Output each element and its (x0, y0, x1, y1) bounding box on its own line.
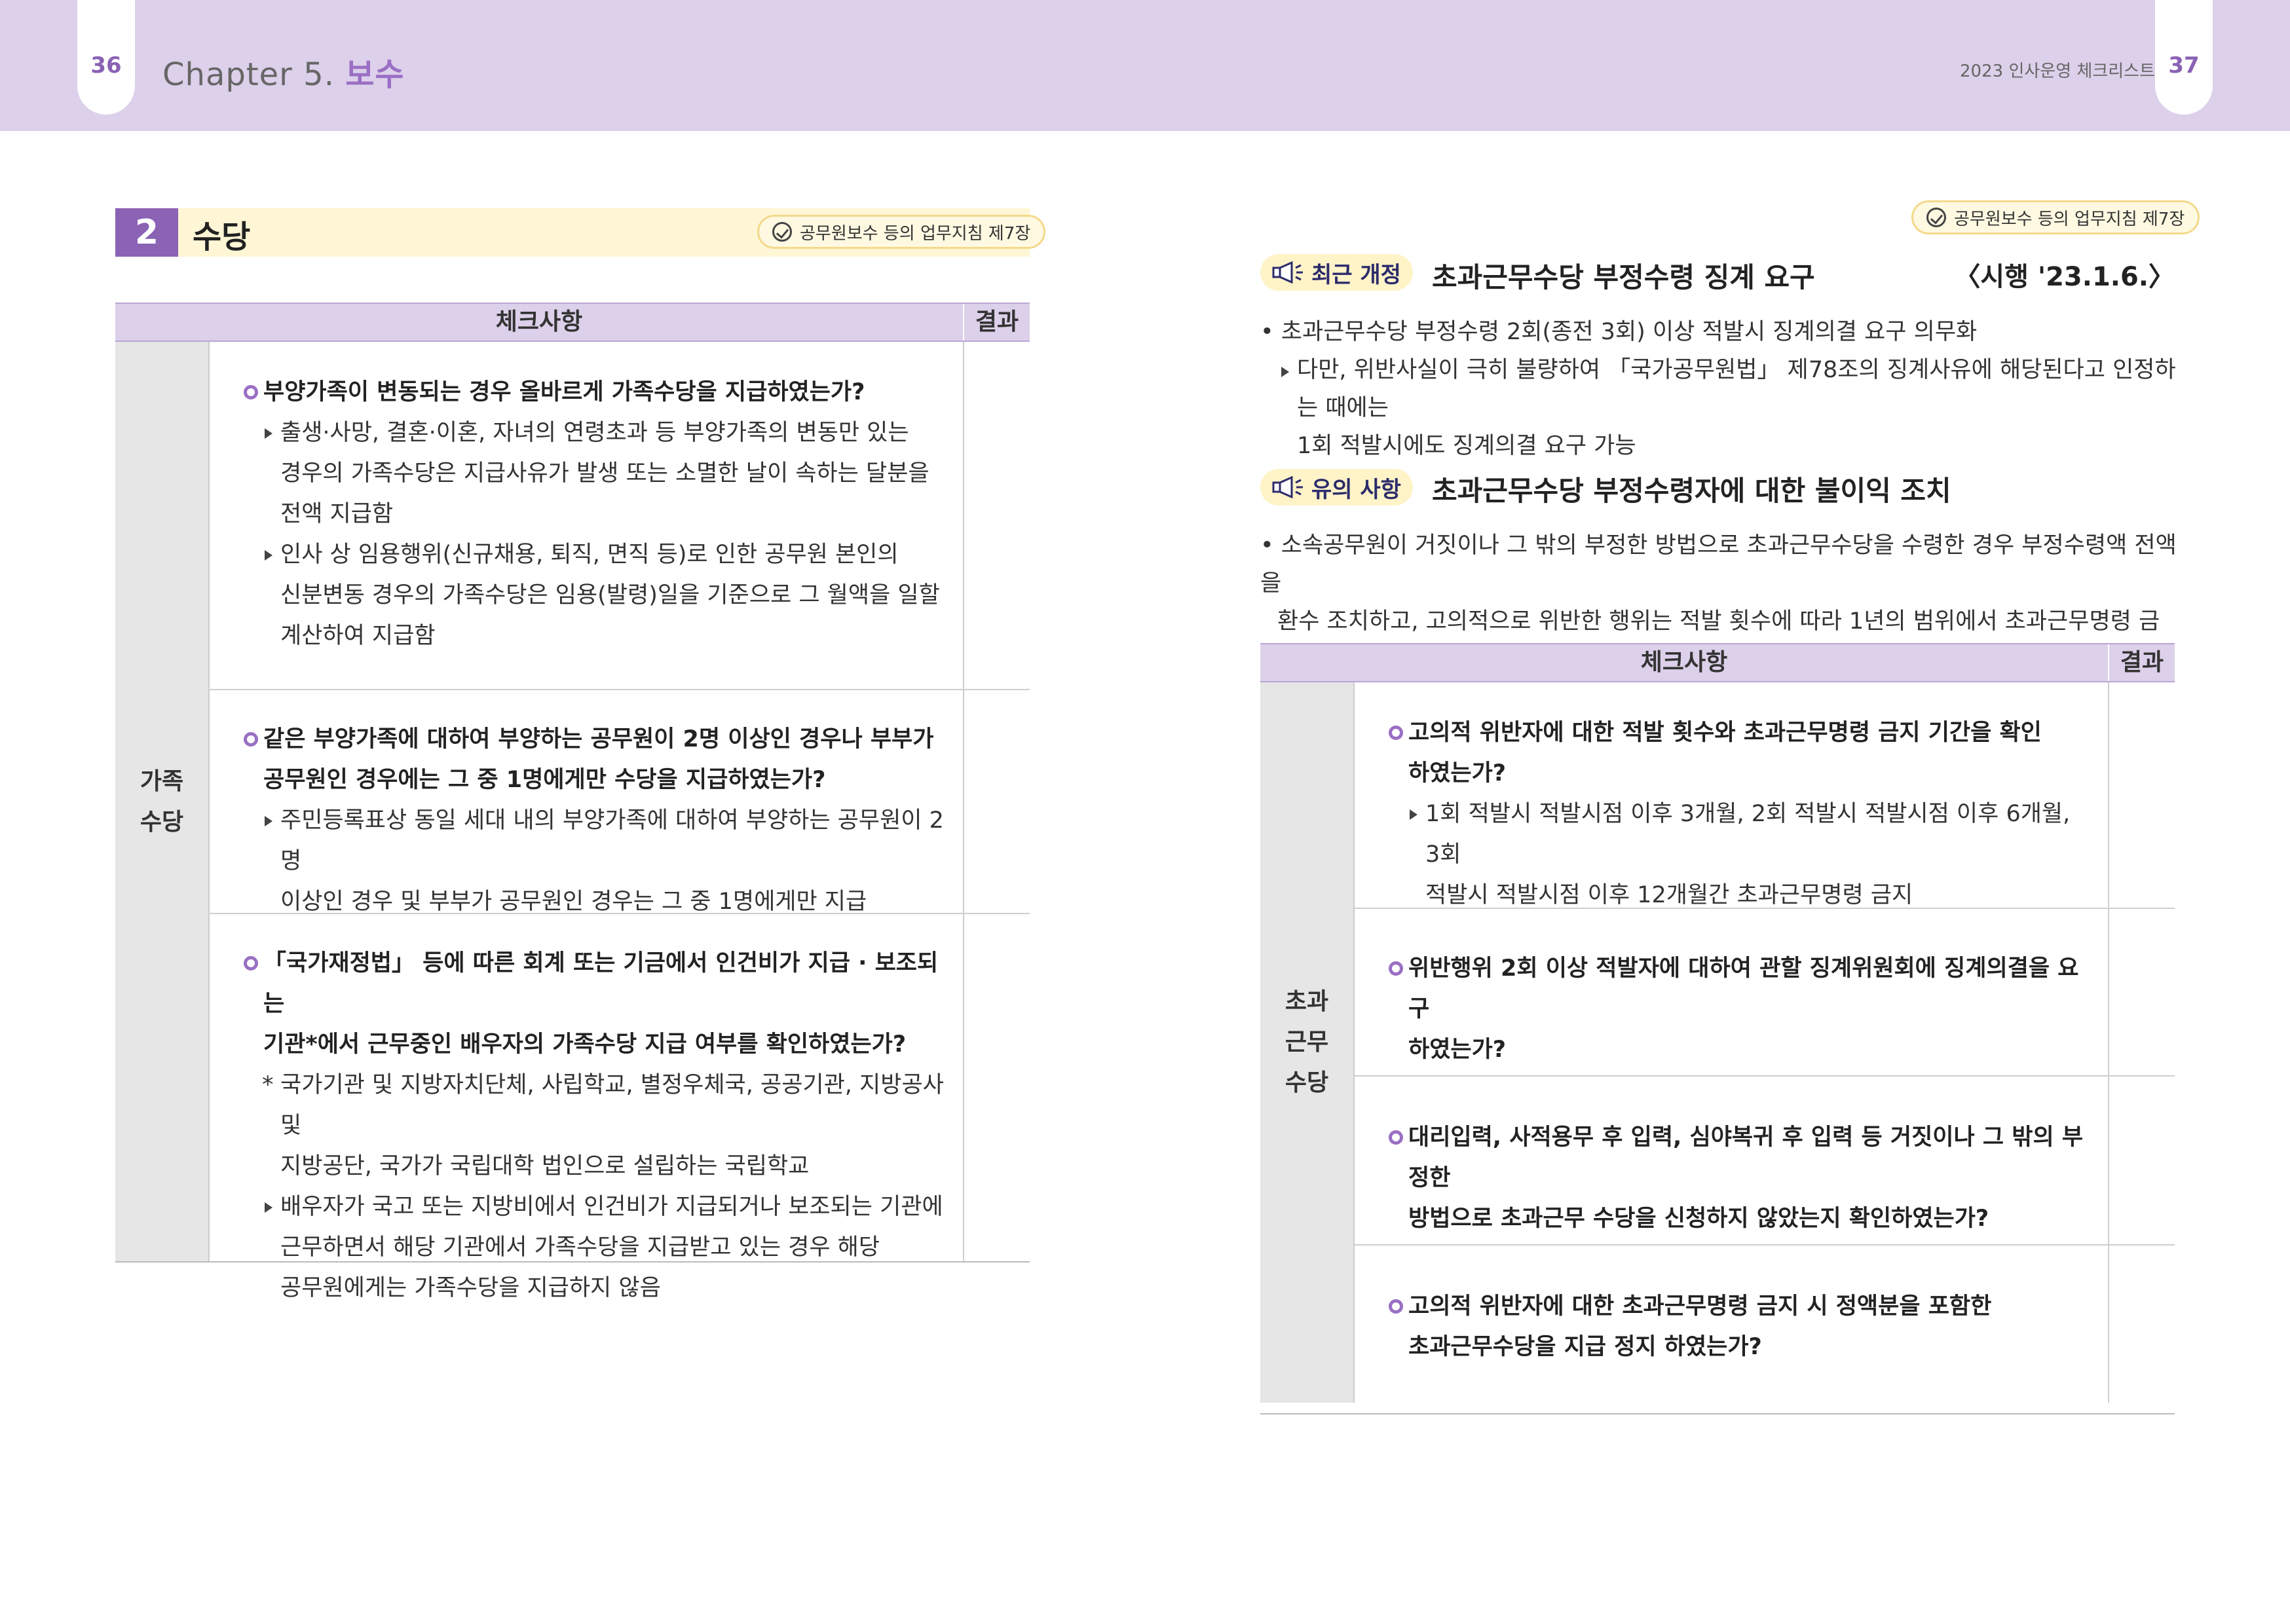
table-row: 같은 부양가족에 대하여 부양하는 공무원이 2명 이상인 경우나 부부가 공무… (244, 719, 945, 922)
table-row: 고의적 위반자에 대한 적발 횟수와 초과근무명령 금지 기간을 확인 하였는가… (1389, 712, 2090, 915)
notice-title: 초과근무수당 부정수령자에 대한 불이익 조치 (1432, 475, 1951, 507)
col-check-header: 체크사항 (1640, 649, 1728, 676)
result-column-line (963, 342, 964, 1263)
detail-line: 1회 적발시 적발시점 이후 3개월, 2회 적발시 적발시점 이후 6개월, … (1425, 801, 2071, 868)
allowance-checklist-table: 체크사항 결과 가족 수당 부양가족이 변동되는 경우 올바르게 가족수당을 지… (115, 303, 1030, 1301)
question-line: 「국가재정법」 등에 따른 회계 또는 기금에서 인건비가 지급 · 보조되는 (263, 950, 939, 1017)
col-result-header: 결과 (2120, 649, 2164, 676)
category-label: 가족 수당 (140, 768, 184, 836)
chapter-heading: Chapter 5. 보수 (162, 48, 405, 94)
detail-line: 적발시 적발시점 이후 12개월간 초과근무명령 금지 (1425, 882, 1913, 908)
chapter-prefix: Chapter 5. (162, 56, 335, 93)
row-divider (1355, 1075, 2175, 1077)
detail-line: 공무원에게는 가족수당을 지급하지 않음 (280, 1275, 661, 1301)
table-row: 대리입력, 사적용무 후 입력, 심야복귀 후 입력 등 거짓이나 그 밖의 부… (1389, 1117, 2090, 1239)
detail-line: 배우자가 국고 또는 지방비에서 인건비가 지급되거나 보조되는 기관에 (280, 1194, 943, 1220)
check-question: 고의적 위반자에 대한 초과근무명령 금지 시 정액분을 포함한 초과근무수당을… (1389, 1286, 2090, 1367)
detail-line: 근무하면서 해당 기관에서 가족수당을 지급받고 있는 경우 해당 (280, 1234, 880, 1261)
section-number: 2 (115, 208, 178, 257)
category-cell: 초과 근무 수당 (1260, 682, 1355, 1403)
result-column-line (2108, 682, 2109, 1403)
question-line: 하였는가? (1408, 1037, 1507, 1063)
effective-date: 〈시행 '23.1.6.〉 (1954, 262, 2175, 292)
category-cell: 가족 수당 (115, 342, 210, 1263)
table-bottom-line (1260, 1413, 2175, 1414)
question-line: 위반행위 2회 이상 적발자에 대하여 관할 징계위원회에 징계의결을 요구 (1408, 955, 2079, 1022)
reference-text: 공무원보수 등의 업무지침 제7장 (800, 223, 1031, 244)
check-question: 위반행위 2회 이상 적발자에 대하여 관할 징계위원회에 징계의결을 요구 하… (1389, 948, 2090, 1070)
check-detail: 출생·사망, 결혼·이혼, 자녀의 연령초과 등 부양가족의 변동만 있는 경우… (244, 413, 945, 534)
check-question: 고의적 위반자에 대한 적발 횟수와 초과근무명령 금지 기간을 확인 하였는가… (1389, 712, 2090, 794)
megaphone-icon (1272, 261, 1303, 284)
table-row: 위반행위 2회 이상 적발자에 대하여 관할 징계위원회에 징계의결을 요구 하… (1389, 948, 2090, 1070)
col-result-header: 결과 (975, 308, 1019, 335)
check-detail: 인사 상 임용행위(신규채용, 퇴직, 면직 등)로 인한 공무원 본인의 신분… (244, 534, 945, 656)
table-row: 「국가재정법」 등에 따른 회계 또는 기금에서 인건비가 지급 · 보조되는 … (244, 943, 945, 1308)
question-line: 기관*에서 근무중인 배우자의 가족수당 지급 여부를 확인하였는가? (263, 1031, 907, 1058)
check-detail: 배우자가 국고 또는 지방비에서 인건비가 지급되거나 보조되는 기관에 근무하… (244, 1187, 945, 1308)
left-page-number: 36 (90, 52, 122, 79)
caution-badge: 유의 사항 (1260, 469, 1413, 506)
recent-revision-badge: 최근 개정 (1260, 254, 1413, 291)
table-row: 고의적 위반자에 대한 초과근무명령 금지 시 정액분을 포함한 초과근무수당을… (1389, 1286, 2090, 1367)
section-title: 수당 (193, 219, 251, 255)
badge-label: 유의 사항 (1311, 476, 1401, 503)
question-line: 같은 부양가족에 대하여 부양하는 공무원이 2명 이상인 경우나 부부가 (263, 726, 934, 752)
check-detail: 1회 적발시 적발시점 이후 3개월, 2회 적발시 적발시점 이후 6개월, … (1389, 794, 2090, 915)
footnote: 국가기관 및 지방자치단체, 사립학교, 별정우체국, 공공기관, 지방공사 및… (244, 1065, 945, 1187)
row-divider (1355, 1244, 2175, 1246)
notice-title: 초과근무수당 부정수령 징계 요구 (1432, 261, 1815, 293)
chapter-title: 보수 (345, 56, 405, 93)
check-question: 대리입력, 사적용무 후 입력, 심야복귀 후 입력 등 거짓이나 그 밖의 부… (1389, 1117, 2090, 1239)
question-line: 대리입력, 사적용무 후 입력, 심야복귀 후 입력 등 거짓이나 그 밖의 부… (1408, 1124, 2084, 1191)
question-line: 고의적 위반자에 대한 적발 횟수와 초과근무명령 금지 기간을 확인 (1408, 720, 2042, 746)
category-label: 초과 근무 수당 (1285, 988, 1329, 1096)
question-line: 고의적 위반자에 대한 초과근무명령 금지 시 정액분을 포함한 (1408, 1293, 1992, 1320)
detail-line: 주민등록표상 동일 세대 내의 부양가족에 대하여 부양하는 공무원이 2명 (280, 807, 944, 874)
reference-text: 공무원보수 등의 업무지침 제7장 (1954, 209, 2185, 229)
badge-label: 최근 개정 (1311, 261, 1401, 288)
question-line: 초과근무수당을 지급 정지 하였는가? (1408, 1334, 1762, 1360)
running-title: 2023 인사운영 체크리스트 (1960, 62, 2155, 81)
row-divider (210, 689, 1030, 690)
detail-line: 경우의 가족수당은 지급사유가 발생 또는 소멸한 날이 속하는 달분을 (280, 460, 929, 487)
check-question: 같은 부양가족에 대하여 부양하는 공무원이 2명 이상인 경우나 부부가 공무… (244, 719, 945, 800)
table-header: 체크사항 결과 (1260, 643, 2175, 682)
table-row: 부양가족이 변동되는 경우 올바르게 가족수당을 지급하였는가? 출생·사망, … (244, 372, 945, 656)
footnote-line: 지방공단, 국가가 국립대학 법인으로 설립하는 국립학교 (280, 1153, 810, 1179)
right-page-number: 37 (2168, 52, 2200, 79)
check-question: 「국가재정법」 등에 따른 회계 또는 기금에서 인건비가 지급 · 보조되는 … (244, 943, 945, 1065)
reference-pill-right: 공무원보수 등의 업무지침 제7장 (1911, 200, 2200, 234)
footnote-line: 국가기관 및 지방자치단체, 사립학교, 별정우체국, 공공기관, 지방공사 및 (280, 1072, 944, 1139)
check-detail: 주민등록표상 동일 세대 내의 부양가족에 대하여 부양하는 공무원이 2명 이… (244, 800, 945, 922)
megaphone-icon (1272, 476, 1303, 498)
check-circle-icon (1926, 208, 1946, 227)
overtime-checklist-table: 체크사항 결과 초과 근무 수당 고의적 위반자에 대한 적발 횟수와 초과근무… (1260, 643, 2175, 1416)
detail-line: 1회 적발시에도 징계의결 요구 가능 (1297, 433, 1636, 459)
notice-bullet: • 초과근무수당 부정수령 2회(종전 3회) 이상 적발시 징계의결 요구 의… (1260, 319, 1978, 345)
detail-line: 인사 상 임용행위(신규채용, 퇴직, 면직 등)로 인한 공무원 본인의 (280, 542, 899, 568)
notice-detail: 다만, 위반사실이 극히 불량하여 「국가공무원법」 제78조의 징계사유에 해… (1260, 351, 2190, 465)
detail-line: 이상인 경우 및 부부가 공무원인 경우는 그 중 1명에게만 지급 (280, 889, 867, 915)
detail-line: 신분변동 경우의 가족수당은 임용(발령)일을 기준으로 그 월액을 일할 (280, 582, 940, 608)
reference-pill-left: 공무원보수 등의 업무지침 제7장 (757, 215, 1046, 249)
question-line: 하였는가? (1408, 760, 1507, 786)
table-header: 체크사항 결과 (115, 303, 1030, 342)
detail-line: 전액 지급함 (280, 501, 394, 527)
check-circle-icon (772, 222, 792, 242)
detail-line: 출생·사망, 결혼·이혼, 자녀의 연령초과 등 부양가족의 변동만 있는 (280, 420, 909, 446)
question-line: 방법으로 초과근무 수당을 신청하지 않았는지 확인하였는가? (1408, 1206, 1989, 1232)
bullet-line: • 소속공무원이 거짓이나 그 밖의 부정한 방법으로 초과근무수당을 수령한 … (1260, 532, 2177, 597)
col-check-header: 체크사항 (495, 308, 583, 335)
check-question: 부양가족이 변동되는 경우 올바르게 가족수당을 지급하였는가? (244, 372, 945, 413)
detail-line: 다만, 위반사실이 극히 불량하여 「국가공무원법」 제78조의 징계사유에 해… (1297, 357, 2176, 421)
detail-line: 계산하여 지급함 (280, 623, 436, 649)
question-line: 공무원인 경우에는 그 중 1명에게만 수당을 지급하였는가? (263, 767, 826, 793)
